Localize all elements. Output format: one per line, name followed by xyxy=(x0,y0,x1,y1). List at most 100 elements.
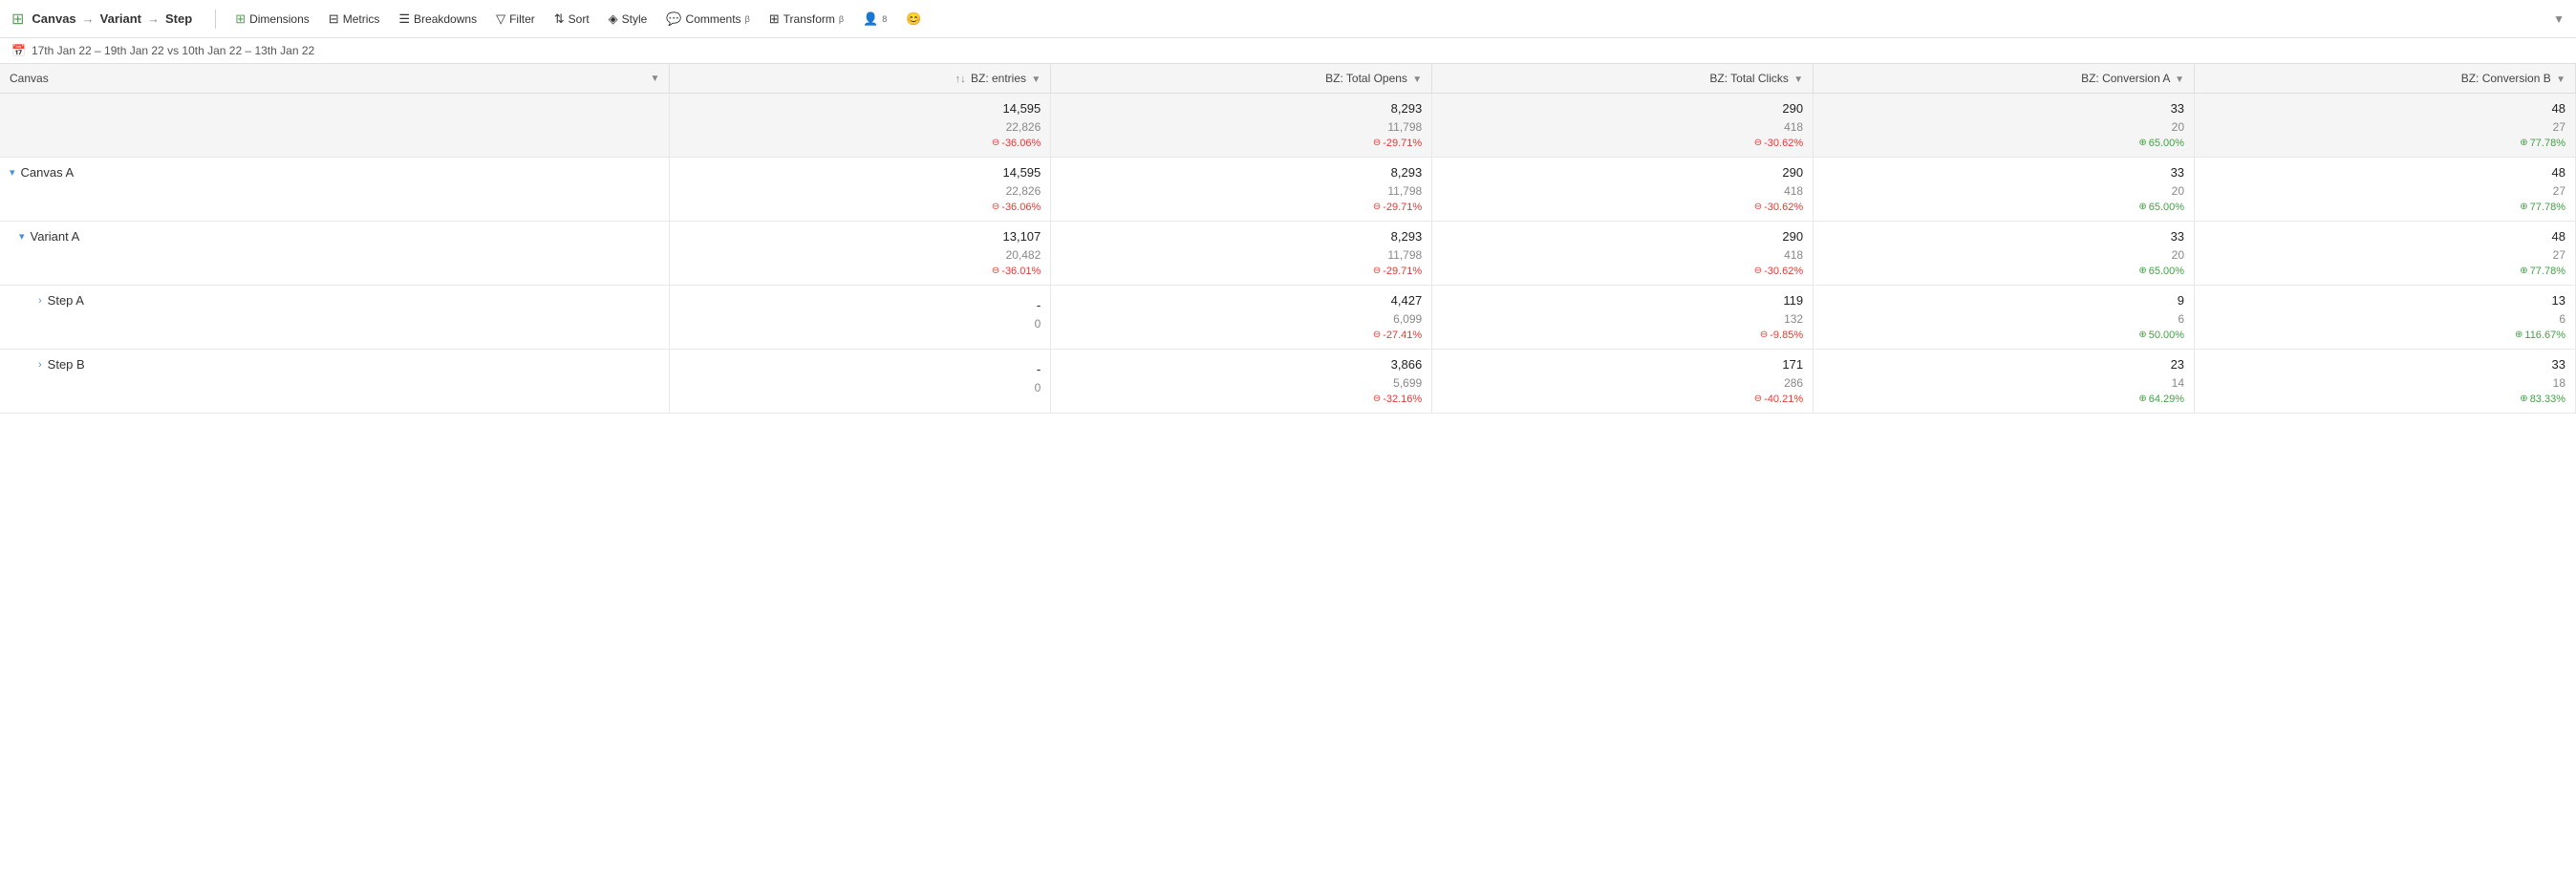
entries-sort-icon: ↑↓ xyxy=(955,74,966,85)
col-header-canvas: Canvas ▼ xyxy=(0,64,670,94)
cell-entries-variant_a: 13,10720,482⊖-36.01% xyxy=(670,222,1051,286)
val-secondary-conv_a-step_b: 14 xyxy=(2172,374,2184,392)
transform-icon: ⊞ xyxy=(769,11,780,27)
col-header-conv-a[interactable]: BZ: Conversion A ▼ xyxy=(1814,64,2195,94)
table-row: ›Step A-04,4276,099⊖-27.41%119132⊖-9.85%… xyxy=(0,286,2576,350)
metrics-button[interactable]: ⊟ Metrics xyxy=(321,8,388,31)
collapse-chevron-variant_a[interactable]: ▾ xyxy=(19,230,25,243)
cell-conv_a-variant_a: 3320⊕65.00% xyxy=(1814,222,2195,286)
delta-down-icon: ⊖ xyxy=(1760,328,1768,342)
delta-text-entries-variant_a: -36.01% xyxy=(1001,264,1041,280)
val-secondary-conv_b-canvas_a: 27 xyxy=(2553,182,2565,200)
col-header-entries[interactable]: ↑↓ BZ: entries ▼ xyxy=(670,64,1051,94)
val-delta-opens-step_b: ⊖-32.16% xyxy=(1373,392,1422,408)
val-secondary-conv_b-step_b: 18 xyxy=(2553,374,2565,392)
val-delta-clicks-step_b: ⊖-40.21% xyxy=(1754,392,1803,408)
cell-conv_a-total: 3320⊕65.00% xyxy=(1814,94,2195,158)
val-secondary-conv_a-variant_a: 20 xyxy=(2172,246,2184,264)
col-header-conv-b[interactable]: BZ: Conversion B ▼ xyxy=(2195,64,2576,94)
comments-beta: β xyxy=(745,14,750,24)
delta-text-clicks-variant_a: -30.62% xyxy=(1764,264,1803,280)
cell-entries-canvas_a: 14,59522,826⊖-36.06% xyxy=(670,158,1051,222)
delta-text-opens-canvas_a: -29.71% xyxy=(1383,200,1422,216)
cell-conv_b-step_b: 3318⊕83.33% xyxy=(2195,350,2576,414)
comments-button[interactable]: 💬 Comments β xyxy=(658,8,757,31)
collapse-chevron-canvas_a[interactable]: ▾ xyxy=(10,166,15,179)
col-header-clicks[interactable]: BZ: Total Clicks ▼ xyxy=(1432,64,1814,94)
val-secondary-clicks-step_b: 286 xyxy=(1784,374,1803,392)
val-primary-opens-step_b: 3,866 xyxy=(1391,355,1423,374)
cell-opens-step_a: 4,4276,099⊖-27.41% xyxy=(1051,286,1432,350)
delta-up-icon: ⊕ xyxy=(2520,200,2527,214)
grid-icon: ⊞ xyxy=(11,10,24,29)
cell-opens-step_b: 3,8665,699⊖-32.16% xyxy=(1051,350,1432,414)
delta-text-opens-step_a: -27.41% xyxy=(1383,328,1422,344)
sort-icon: ⇅ xyxy=(554,11,565,27)
transform-button[interactable]: ⊞ Transform β xyxy=(762,8,851,31)
val-secondary-conv_b-total: 27 xyxy=(2553,118,2565,136)
val-primary-entries-step_a: - xyxy=(1037,296,1041,315)
toolbar: ⊞ Canvas → Variant → Step ⊞ Dimensions ⊟… xyxy=(0,0,2576,38)
filter-label: Filter xyxy=(509,12,535,26)
expand-chevron-step_b[interactable]: › xyxy=(38,359,42,371)
val-primary-conv_b-step_b: 33 xyxy=(2552,355,2565,374)
col-entries-label: BZ: entries xyxy=(971,72,1026,85)
val-primary-conv_a-total: 33 xyxy=(2171,99,2184,118)
transform-label: Transform xyxy=(784,12,835,26)
val-primary-conv_b-canvas_a: 48 xyxy=(2552,163,2565,182)
val-secondary-conv_b-variant_a: 27 xyxy=(2553,246,2565,264)
delta-up-icon: ⊕ xyxy=(2138,392,2146,406)
col-canvas-label: Canvas xyxy=(10,72,49,85)
delta-down-icon: ⊖ xyxy=(1754,392,1762,406)
delta-text-conv_a-total: 65.00% xyxy=(2149,136,2184,152)
delta-down-icon: ⊖ xyxy=(1373,200,1381,214)
val-primary-conv_b-total: 48 xyxy=(2552,99,2565,118)
delta-text-conv_b-variant_a: 77.78% xyxy=(2530,264,2565,280)
conv-a-caret: ▼ xyxy=(2175,74,2184,85)
expand-chevron-step_a[interactable]: › xyxy=(38,295,42,307)
delta-text-conv_b-total: 77.78% xyxy=(2530,136,2565,152)
cell-clicks-step_a: 119132⊖-9.85% xyxy=(1432,286,1814,350)
val-delta-opens-canvas_a: ⊖-29.71% xyxy=(1373,200,1422,216)
canvas-col-dropdown[interactable]: ▼ xyxy=(650,74,659,84)
cell-label-total xyxy=(0,94,670,158)
breadcrumb-variant: Variant xyxy=(100,11,141,26)
emoji-button[interactable]: 😊 xyxy=(898,8,929,31)
cell-clicks-total: 290418⊖-30.62% xyxy=(1432,94,1814,158)
val-primary-conv_a-variant_a: 33 xyxy=(2171,227,2184,246)
val-secondary-opens-variant_a: 11,798 xyxy=(1387,246,1422,264)
col-header-opens[interactable]: BZ: Total Opens ▼ xyxy=(1051,64,1432,94)
emoji-icon: 😊 xyxy=(906,11,921,27)
cell-opens-variant_a: 8,29311,798⊖-29.71% xyxy=(1051,222,1432,286)
collapse-icon[interactable]: ▼ xyxy=(2553,12,2565,26)
col-opens-label: BZ: Total Opens xyxy=(1325,72,1407,85)
transform-beta: β xyxy=(839,14,844,24)
delta-down-icon: ⊖ xyxy=(1754,200,1762,214)
sort-button[interactable]: ⇅ Sort xyxy=(547,8,597,31)
val-delta-clicks-variant_a: ⊖-30.62% xyxy=(1754,264,1803,280)
style-button[interactable]: ◈ Style xyxy=(601,8,655,31)
val-primary-conv_b-step_a: 13 xyxy=(2552,291,2565,310)
cell-conv_a-step_a: 96⊕50.00% xyxy=(1814,286,2195,350)
delta-text-entries-total: -36.06% xyxy=(1001,136,1041,152)
delta-text-clicks-step_b: -40.21% xyxy=(1764,392,1803,408)
dimensions-button[interactable]: ⊞ Dimensions xyxy=(227,8,317,31)
val-delta-clicks-total: ⊖-30.62% xyxy=(1754,136,1803,152)
val-primary-clicks-variant_a: 290 xyxy=(1782,227,1803,246)
breakdowns-label: Breakdowns xyxy=(414,12,477,26)
cell-entries-step_b: -0 xyxy=(670,350,1051,414)
delta-up-icon: ⊕ xyxy=(2520,392,2527,406)
filter-button[interactable]: ▽ Filter xyxy=(488,8,543,31)
val-primary-conv_a-step_a: 9 xyxy=(2178,291,2184,310)
val-primary-clicks-canvas_a: 290 xyxy=(1782,163,1803,182)
val-primary-opens-canvas_a: 8,293 xyxy=(1391,163,1423,182)
breadcrumb-step: Step xyxy=(165,11,192,26)
filter-icon: ▽ xyxy=(496,11,505,27)
delta-text-conv_a-step_a: 50.00% xyxy=(2149,328,2184,344)
person-button[interactable]: 👤 8 xyxy=(855,8,894,31)
cell-entries-step_a: -0 xyxy=(670,286,1051,350)
breakdowns-button[interactable]: ☰ Breakdowns xyxy=(391,8,484,31)
dimensions-label: Dimensions xyxy=(249,12,310,26)
breakdowns-icon: ☰ xyxy=(398,11,410,27)
val-secondary-entries-total: 22,826 xyxy=(1006,118,1041,136)
